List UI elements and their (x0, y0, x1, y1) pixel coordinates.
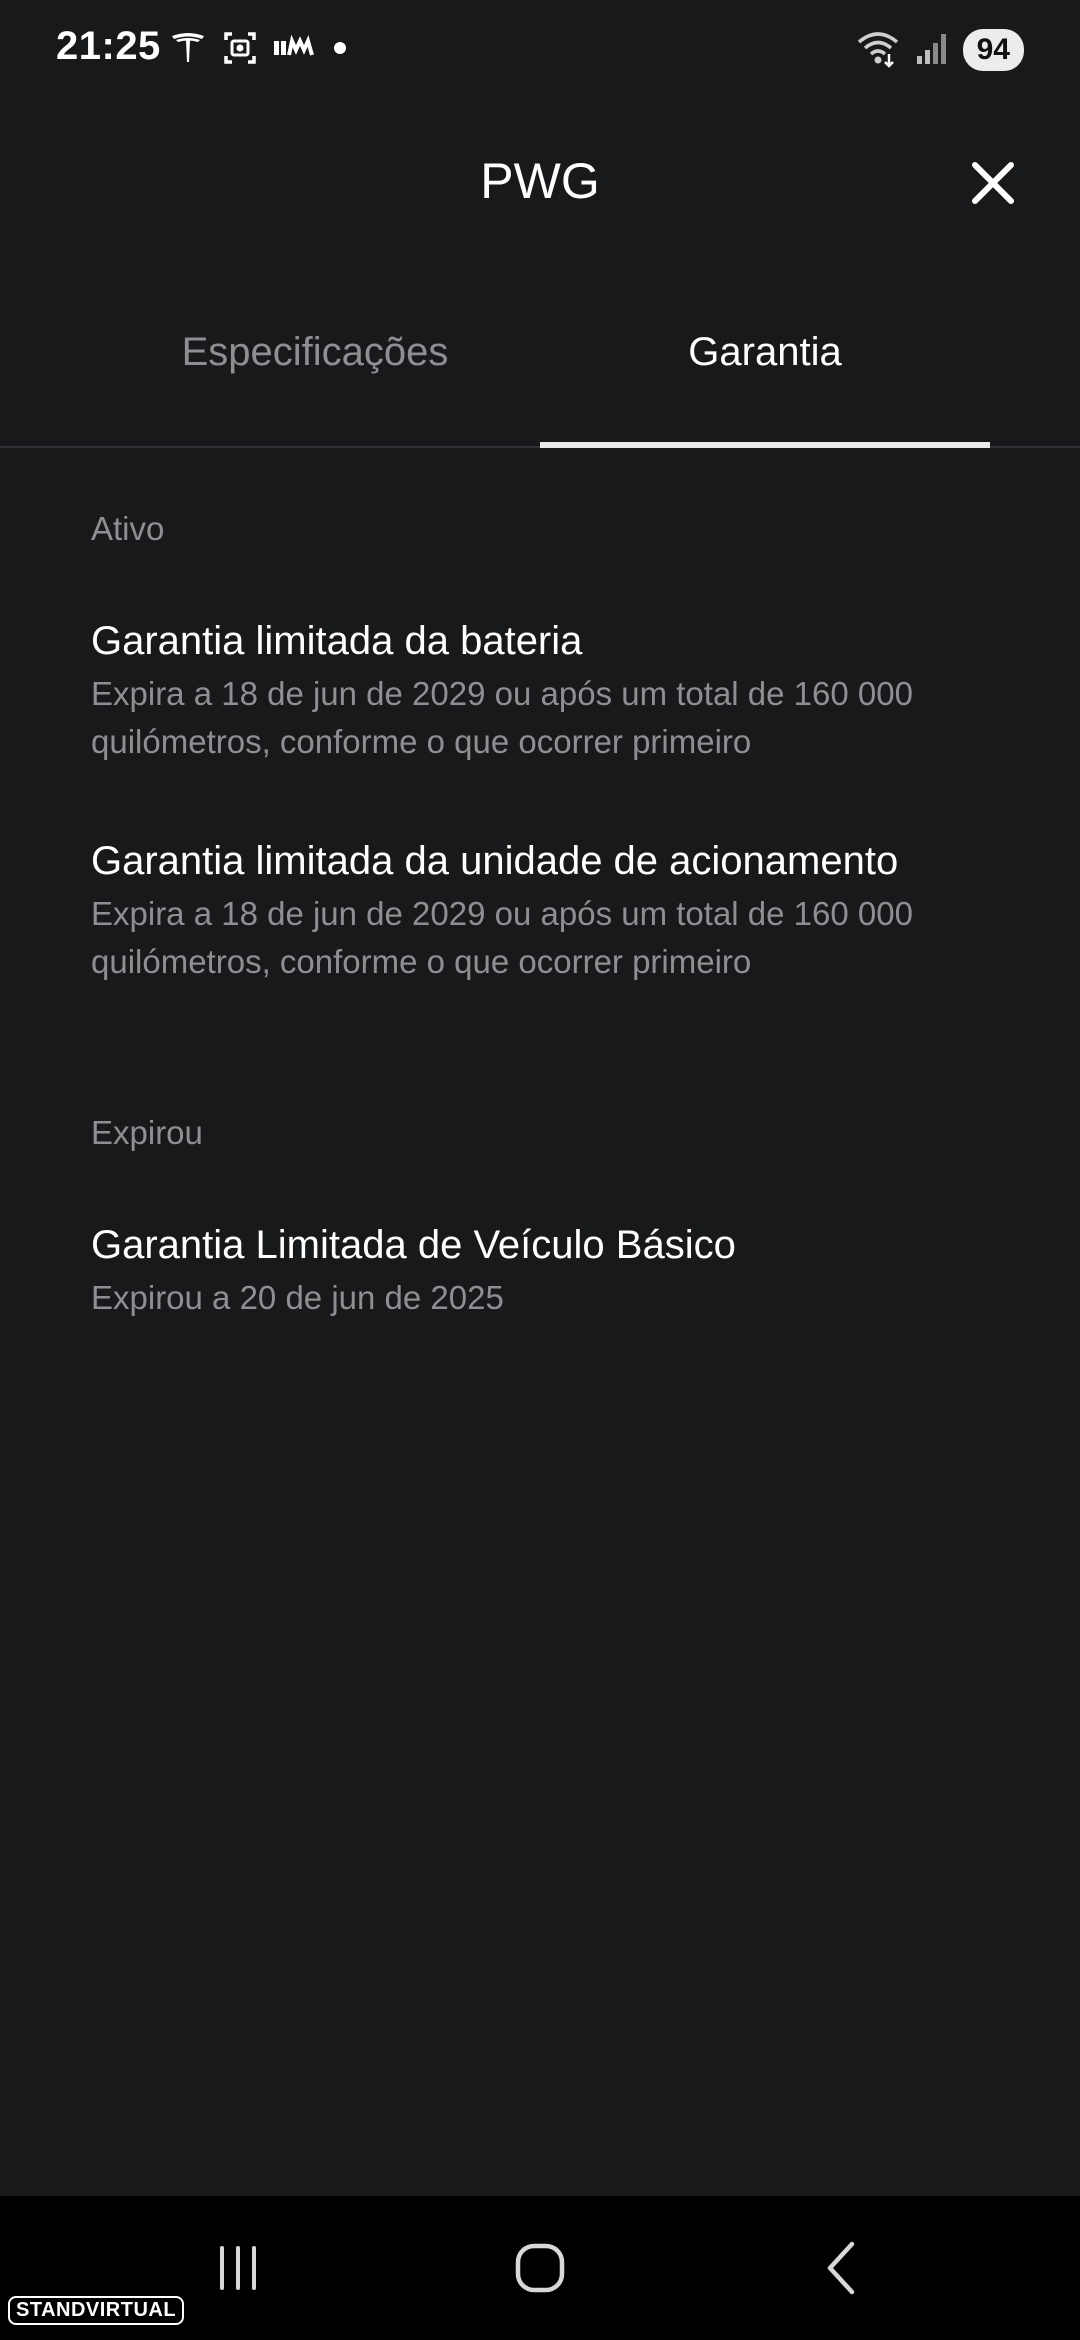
recent-apps-icon (220, 2246, 256, 2290)
section-label-expired: Expirou (91, 1114, 203, 1151)
warranty-item-battery: Garantia limitada da bateria Expira a 18… (91, 616, 1011, 766)
screenshot-icon (220, 28, 260, 73)
wifi-icon (855, 28, 901, 73)
status-time: 21:25 (56, 24, 161, 68)
warranty-item-description: Expira a 18 de jun de 2029 ou após um to… (91, 895, 913, 980)
home-icon (515, 2243, 565, 2293)
status-icons-left (168, 26, 352, 74)
signal-text-icon (272, 28, 316, 73)
section-label-active: Ativo (91, 510, 165, 547)
back-button[interactable] (802, 2228, 882, 2308)
close-button[interactable] (958, 148, 1028, 218)
back-icon (827, 2241, 855, 2295)
battery-indicator: 94 (962, 29, 1024, 71)
tesla-logo-icon (168, 28, 208, 73)
warranty-item-drive-unit: Garantia limitada da unidade de acioname… (91, 836, 1011, 986)
dot-icon (328, 28, 352, 73)
warranty-content: Ativo Garantia limitada da bateria Expir… (91, 510, 1011, 1322)
active-tab-indicator (540, 442, 990, 448)
section-expired: Expirou Garantia Limitada de Veículo Bás… (91, 1114, 1011, 1322)
warranty-item-title: Garantia limitada da bateria (91, 619, 583, 663)
warranty-item-title: Garantia Limitada de Veículo Básico (91, 1223, 736, 1267)
recent-apps-button[interactable] (198, 2228, 278, 2308)
warranty-item-description: Expira a 18 de jun de 2029 ou após um to… (91, 675, 913, 760)
cellular-icon (915, 28, 949, 73)
screen: 21:25 94 PWG Especificações Garantia Ati… (0, 0, 1080, 2340)
watermark-logo: STANDVIRTUAL (8, 2296, 185, 2325)
status-icons-right: 94 (855, 26, 1024, 74)
warranty-item-description: Expirou a 20 de jun de 2025 (91, 1279, 504, 1316)
header: PWG (0, 130, 1080, 240)
status-bar: 21:25 94 (0, 0, 1080, 100)
tab-bar: Especificações Garantia (0, 300, 1080, 448)
warranty-item-title: Garantia limitada da unidade de acioname… (91, 839, 899, 883)
tab-warranty[interactable]: Garantia (540, 330, 990, 375)
home-button[interactable] (500, 2228, 580, 2308)
tab-specifications[interactable]: Especificações (90, 330, 540, 375)
section-active: Ativo Garantia limitada da bateria Expir… (91, 510, 1011, 986)
page-title: PWG (480, 153, 600, 209)
warranty-item-basic-vehicle: Garantia Limitada de Veículo Básico Expi… (91, 1220, 1011, 1322)
close-icon (972, 162, 1014, 204)
